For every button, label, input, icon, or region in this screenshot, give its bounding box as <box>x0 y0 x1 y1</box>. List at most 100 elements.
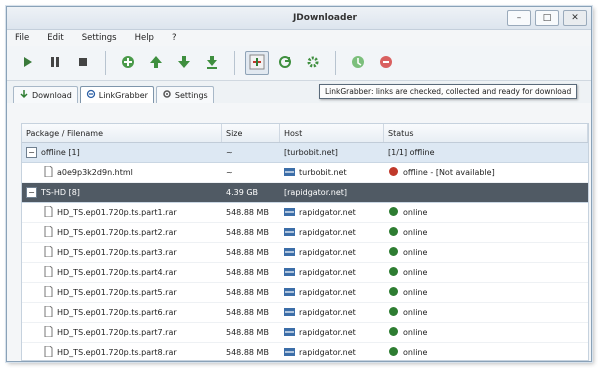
package-status-cell <box>384 183 588 202</box>
file-size-cell: 548.88 MB <box>222 323 280 342</box>
file-size-cell: ~ <box>222 163 280 182</box>
linkgrabber-button[interactable] <box>245 51 269 75</box>
file-size: 548.88 MB <box>226 288 269 297</box>
host-icon <box>284 247 295 258</box>
package-status: [1/1] offline <box>388 148 435 157</box>
file-row[interactable]: HD_TS.ep01.720p.ts.part1.rar 548.88 MB rap… <box>22 203 588 223</box>
minimize-icon: – <box>516 13 522 23</box>
file-host-cell: rapidgator.net <box>280 223 384 242</box>
package-size-cell: ~ <box>222 143 280 162</box>
column-header-host[interactable]: Host <box>280 124 384 142</box>
file-name-cell: HD_TS.ep01.720p.ts.part4.rar <box>22 263 222 282</box>
update-button[interactable] <box>346 51 370 75</box>
tab-bar: Download LinkGrabber Settings LinkGrabbe… <box>7 81 591 103</box>
file-size: 548.88 MB <box>226 228 269 237</box>
file-status: online <box>403 268 428 277</box>
menu-help[interactable]: Help <box>135 33 154 43</box>
maximize-button[interactable]: □ <box>535 10 559 26</box>
file-row[interactable]: a0e9p3k2d9n.html ~ turbobit.net offline - [… <box>22 163 588 183</box>
file-status-cell: offline - [Not available] <box>384 163 588 182</box>
file-host-cell: turbobit.net <box>280 163 384 182</box>
add-button[interactable] <box>116 51 140 75</box>
file-icon <box>44 245 53 259</box>
tab-settings[interactable]: Settings <box>155 86 214 103</box>
file-size: 548.88 MB <box>226 268 269 277</box>
online-status-icon <box>388 206 399 219</box>
file-row[interactable]: HD_TS.ep01.720p.ts.part7.rar 548.88 MB rap… <box>22 323 588 343</box>
move-down-icon <box>176 54 192 73</box>
online-status-icon <box>388 286 399 299</box>
move-up-button[interactable] <box>144 51 168 75</box>
collapse-toggle-icon[interactable]: − <box>26 187 37 198</box>
menu-settings[interactable]: Settings <box>82 33 117 43</box>
premium-icon <box>378 54 394 73</box>
play-button[interactable] <box>15 51 39 75</box>
package-size-cell: 4.39 GB <box>222 183 280 202</box>
file-host-cell: rapidgator.net <box>280 323 384 342</box>
file-row[interactable]: HD_TS.ep01.720p.ts.part4.rar 548.88 MB rap… <box>22 263 588 283</box>
file-name-cell: HD_TS.ep01.720p.ts.part3.rar <box>22 243 222 262</box>
file-host-cell: rapidgator.net <box>280 203 384 222</box>
pause-button[interactable] <box>43 51 67 75</box>
file-status: offline - [Not available] <box>403 168 495 177</box>
menu-about[interactable]: ? <box>172 33 177 43</box>
move-up-icon <box>148 54 164 73</box>
tab-linkgrabber[interactable]: LinkGrabber <box>79 86 154 103</box>
file-host: rapidgator.net <box>299 268 356 277</box>
file-host-cell: rapidgator.net <box>280 303 384 322</box>
reconnect-icon <box>277 54 293 73</box>
reconnect-button[interactable] <box>273 51 297 75</box>
linkgrabber-icon <box>248 53 266 74</box>
package-name-cell: − offline [1] <box>22 143 222 162</box>
file-size-cell: 548.88 MB <box>222 283 280 302</box>
close-button[interactable]: ✕ <box>563 10 587 26</box>
file-status: online <box>403 208 428 217</box>
file-icon <box>44 305 53 319</box>
package-size: 4.39 GB <box>226 188 259 197</box>
file-size-cell: 548.88 MB <box>222 243 280 262</box>
host-icon <box>284 327 295 338</box>
file-host-cell: rapidgator.net <box>280 283 384 302</box>
column-header-size[interactable]: Size <box>222 124 280 142</box>
stop-button[interactable] <box>71 51 95 75</box>
package-host: [turbobit.net] <box>284 148 338 157</box>
file-row[interactable]: HD_TS.ep01.720p.ts.part2.rar 548.88 MB rap… <box>22 223 588 243</box>
menu-file[interactable]: File <box>15 33 29 43</box>
file-row[interactable]: HD_TS.ep01.720p.ts.part6.rar 548.88 MB rap… <box>22 303 588 323</box>
column-header-status[interactable]: Status <box>384 124 588 142</box>
file-size: 548.88 MB <box>226 248 269 257</box>
settings-icon <box>305 54 321 73</box>
host-icon <box>284 307 295 318</box>
file-icon <box>44 325 53 339</box>
file-size: 548.88 MB <box>226 348 269 357</box>
file-host-cell: rapidgator.net <box>280 343 384 361</box>
file-host: rapidgator.net <box>299 348 356 357</box>
update-icon <box>350 54 366 73</box>
file-row[interactable]: HD_TS.ep01.720p.ts.part5.rar 548.88 MB rap… <box>22 283 588 303</box>
collapse-toggle-icon[interactable]: − <box>26 147 37 158</box>
file-size-cell: 548.88 MB <box>222 263 280 282</box>
download-tab-icon <box>19 89 29 101</box>
move-down-button[interactable] <box>172 51 196 75</box>
file-status-cell: online <box>384 303 588 322</box>
menu-edit[interactable]: Edit <box>47 33 63 43</box>
file-status: online <box>403 228 428 237</box>
tab-linkgrabber-label: LinkGrabber <box>98 90 148 100</box>
file-host: rapidgator.net <box>299 248 356 257</box>
file-name-cell: HD_TS.ep01.720p.ts.part8.rar <box>22 343 222 361</box>
settings-button[interactable] <box>301 51 325 75</box>
package-name: TS-HD [8] <box>41 188 80 197</box>
host-icon <box>284 347 295 358</box>
file-name-cell: HD_TS.ep01.720p.ts.part7.rar <box>22 323 222 342</box>
premium-button[interactable] <box>374 51 398 75</box>
file-row[interactable]: HD_TS.ep01.720p.ts.part8.rar 548.88 MB rap… <box>22 343 588 361</box>
tab-download[interactable]: Download <box>13 86 78 103</box>
package-row[interactable]: − TS-HD [8] 4.39 GB [rapidgator.net] <box>22 183 588 203</box>
package-host: [rapidgator.net] <box>284 188 348 197</box>
column-header-name[interactable]: Package / Filename <box>22 124 222 142</box>
minimize-button[interactable]: – <box>507 10 531 26</box>
file-row[interactable]: HD_TS.ep01.720p.ts.part3.rar 548.88 MB rap… <box>22 243 588 263</box>
package-row[interactable]: − offline [1] ~ [turbobit.net] [1/1] offline <box>22 143 588 163</box>
menu-bar: File Edit Settings Help ? <box>7 30 591 46</box>
move-bottom-button[interactable] <box>200 51 224 75</box>
